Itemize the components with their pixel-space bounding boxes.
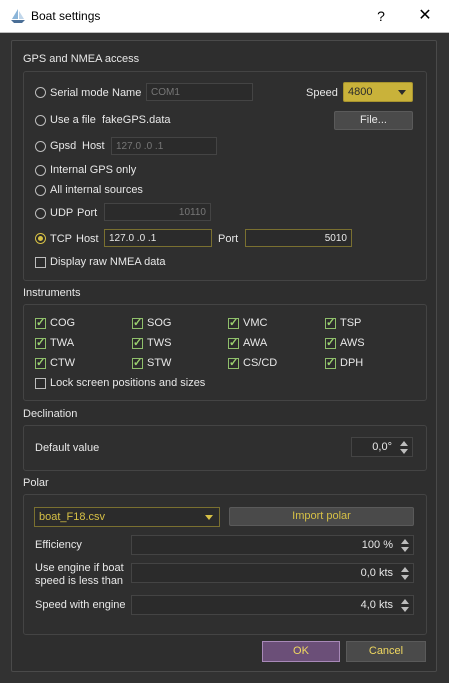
- file-button[interactable]: File...: [334, 111, 413, 130]
- instrument-tws-label: TWS: [147, 337, 172, 349]
- name-input[interactable]: COM1: [146, 83, 253, 101]
- udp-port-input[interactable]: 10110: [104, 203, 211, 221]
- instrument-awa-checkbox[interactable]: [228, 336, 239, 349]
- instrument-awa-label: AWA: [243, 337, 268, 349]
- tcp-host-input[interactable]: 127.0 .0 .1: [104, 229, 212, 247]
- tcp-host-label: Host: [76, 233, 99, 245]
- close-button[interactable]: ✕: [414, 5, 436, 27]
- udp-radio[interactable]: [35, 208, 46, 219]
- tcp-radio[interactable]: [35, 233, 46, 244]
- internal-gps-radio[interactable]: [35, 165, 46, 176]
- tcp-port-label: Port: [218, 233, 239, 245]
- internal-gps-label: Internal GPS only: [50, 164, 137, 176]
- file-name: fakeGPS.data: [102, 114, 171, 126]
- engine-threshold-spinbox[interactable]: 0,0 kts: [131, 563, 414, 583]
- engine-label-line2: speed is less than: [35, 575, 124, 587]
- instrument-tsp-checkbox[interactable]: [325, 316, 336, 329]
- instrument-cog-checkbox[interactable]: [35, 316, 46, 329]
- instrument-tsp-label: TSP: [340, 317, 362, 329]
- lock-positions-checkbox[interactable]: [35, 378, 46, 389]
- spin-arrows-icon[interactable]: [400, 538, 410, 554]
- instrument-twa-label: TWA: [50, 337, 75, 349]
- chevron-down-icon: [398, 90, 406, 95]
- boat-icon: [11, 9, 25, 23]
- declination-section-title: Declination: [23, 408, 78, 420]
- instrument-stw-checkbox[interactable]: [132, 356, 143, 369]
- engine-label-line1: Use engine if boat: [35, 562, 124, 574]
- ok-button[interactable]: OK: [262, 641, 340, 662]
- udp-label: UDP: [50, 207, 74, 219]
- instrument-cscd-checkbox[interactable]: [228, 356, 239, 369]
- instrument-sog-checkbox[interactable]: [132, 316, 143, 329]
- declination-spinbox[interactable]: 0,0°: [351, 437, 413, 457]
- gpsd-host-label: Host: [82, 140, 105, 152]
- instrument-stw-label: STW: [147, 357, 172, 369]
- all-internal-label: All internal sources: [50, 184, 143, 196]
- speed-engine-spinbox[interactable]: 4,0 kts: [131, 595, 414, 615]
- instrument-dph-checkbox[interactable]: [325, 356, 336, 369]
- instrument-vmc-label: VMC: [243, 317, 268, 329]
- instrument-cscd-label: CS/CD: [243, 357, 278, 369]
- instrument-twa-checkbox[interactable]: [35, 336, 46, 349]
- instrument-cog-label: COG: [50, 317, 76, 329]
- serial-label: Serial mode: [50, 87, 109, 99]
- spin-arrows-icon[interactable]: [399, 440, 409, 456]
- serial-radio[interactable]: [35, 87, 46, 98]
- gps-group: [23, 71, 427, 281]
- all-internal-radio[interactable]: [35, 185, 46, 196]
- lock-positions-label: Lock screen positions and sizes: [50, 377, 206, 389]
- raw-nmea-label: Display raw NMEA data: [50, 256, 166, 268]
- instrument-tws-checkbox[interactable]: [132, 336, 143, 349]
- tcp-port-input[interactable]: 5010: [245, 229, 352, 247]
- instrument-ctw-label: CTW: [50, 357, 76, 369]
- window-title: Boat settings: [31, 9, 101, 23]
- declination-default-label: Default value: [35, 442, 100, 454]
- gpsd-radio[interactable]: [35, 141, 46, 152]
- gpsd-host-input[interactable]: 127.0 .0 .1: [111, 137, 217, 155]
- speed-select[interactable]: 4800: [343, 82, 413, 102]
- polar-file-select[interactable]: boat_F18.csv: [34, 507, 220, 527]
- import-polar-button[interactable]: Import polar: [229, 507, 414, 526]
- instrument-aws-label: AWS: [340, 337, 365, 349]
- cancel-button[interactable]: Cancel: [346, 641, 426, 662]
- instrument-dph-label: DPH: [340, 357, 364, 369]
- gpsd-label: Gpsd: [50, 140, 77, 152]
- tcp-label: TCP: [50, 233, 72, 245]
- name-label: Name: [112, 87, 142, 99]
- instrument-vmc-checkbox[interactable]: [228, 316, 239, 329]
- polar-section-title: Polar: [23, 477, 49, 489]
- efficiency-spinbox[interactable]: 100 %: [131, 535, 414, 555]
- efficiency-label: Efficiency: [35, 539, 82, 551]
- help-button[interactable]: ?: [370, 5, 392, 27]
- udp-port-label: Port: [77, 207, 98, 219]
- instrument-aws-checkbox[interactable]: [325, 336, 336, 349]
- gps-section-title: GPS and NMEA access: [23, 53, 140, 65]
- file-radio[interactable]: [35, 115, 46, 126]
- chevron-down-icon: [205, 515, 213, 520]
- speed-engine-label: Speed with engine: [35, 599, 126, 611]
- speed-label: Speed: [306, 87, 338, 99]
- spin-arrows-icon[interactable]: [400, 566, 410, 582]
- instrument-sog-label: SOG: [147, 317, 172, 329]
- title-bar: Boat settings ? ✕: [0, 0, 449, 33]
- raw-nmea-checkbox[interactable]: [35, 257, 46, 268]
- file-label: Use a file: [50, 114, 96, 126]
- instrument-ctw-checkbox[interactable]: [35, 356, 46, 369]
- spin-arrows-icon[interactable]: [400, 598, 410, 614]
- instruments-section-title: Instruments: [23, 287, 81, 299]
